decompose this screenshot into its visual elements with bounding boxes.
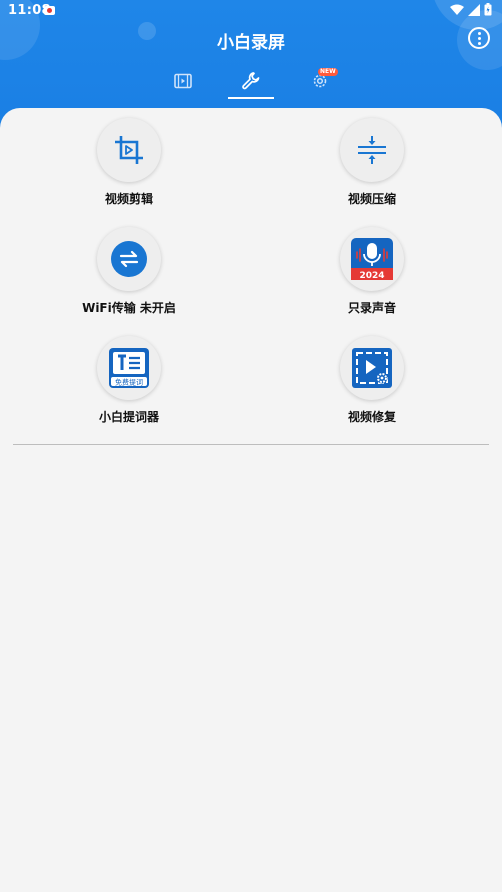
- film-icon: [174, 73, 192, 89]
- new-badge: NEW: [318, 68, 338, 76]
- tab-settings[interactable]: NEW: [300, 66, 340, 96]
- tool-wifi-transfer[interactable]: WiFi传输 未开启: [49, 227, 209, 316]
- tool-icon-circle: 免费提词: [97, 336, 161, 400]
- microphone-icon: 2024: [351, 238, 393, 280]
- tool-icon-circle: [97, 118, 161, 182]
- video-repair-icon: [352, 348, 392, 388]
- tool-record-audio[interactable]: 2024 只录声音: [292, 227, 452, 316]
- wifi-icon: [450, 4, 464, 15]
- tools-panel: 视频剪辑 视频压缩 WiFi传输 未开启 2024 只录声音 免费提词 小白提词…: [0, 108, 502, 892]
- tool-label: 视频剪辑: [104, 192, 153, 206]
- tool-label: 小白提词器: [98, 410, 159, 424]
- battery-icon: [484, 3, 492, 16]
- tool-label: 只录声音: [347, 301, 396, 315]
- wrench-icon: [242, 72, 260, 90]
- more-options-button[interactable]: [468, 27, 490, 49]
- tool-label: WiFi传输 未开启: [82, 301, 176, 315]
- transfer-icon: [111, 241, 147, 277]
- record-notification-icon: [44, 6, 55, 15]
- tool-video-repair[interactable]: 视频修复: [292, 336, 452, 425]
- divider: [13, 444, 489, 445]
- active-tab-indicator: [228, 97, 274, 99]
- system-icons: [450, 3, 492, 16]
- icon-caption-text: 免费提词: [115, 378, 143, 387]
- tool-video-compress[interactable]: 视频压缩: [292, 118, 452, 207]
- tool-icon-circle: 2024: [340, 227, 404, 291]
- status-bar: 11:08: [0, 0, 502, 22]
- page-title: 小白录屏: [217, 33, 285, 53]
- tab-videos[interactable]: [163, 66, 203, 96]
- crop-icon: [115, 136, 143, 164]
- compress-icon: [358, 136, 386, 164]
- signal-icon: [468, 3, 480, 16]
- tab-tools[interactable]: [231, 66, 271, 96]
- tool-icon-circle: [97, 227, 161, 291]
- tool-icon-circle: [340, 336, 404, 400]
- teleprompter-icon: 免费提词: [109, 348, 149, 388]
- tool-icon-circle: [340, 118, 404, 182]
- tool-label: 视频压缩: [347, 192, 396, 206]
- icon-year-text: 2024: [359, 271, 384, 280]
- tool-teleprompter[interactable]: 免费提词 小白提词器: [49, 336, 209, 425]
- tool-video-edit[interactable]: 视频剪辑: [49, 118, 209, 207]
- tool-label: 视频修复: [347, 410, 396, 424]
